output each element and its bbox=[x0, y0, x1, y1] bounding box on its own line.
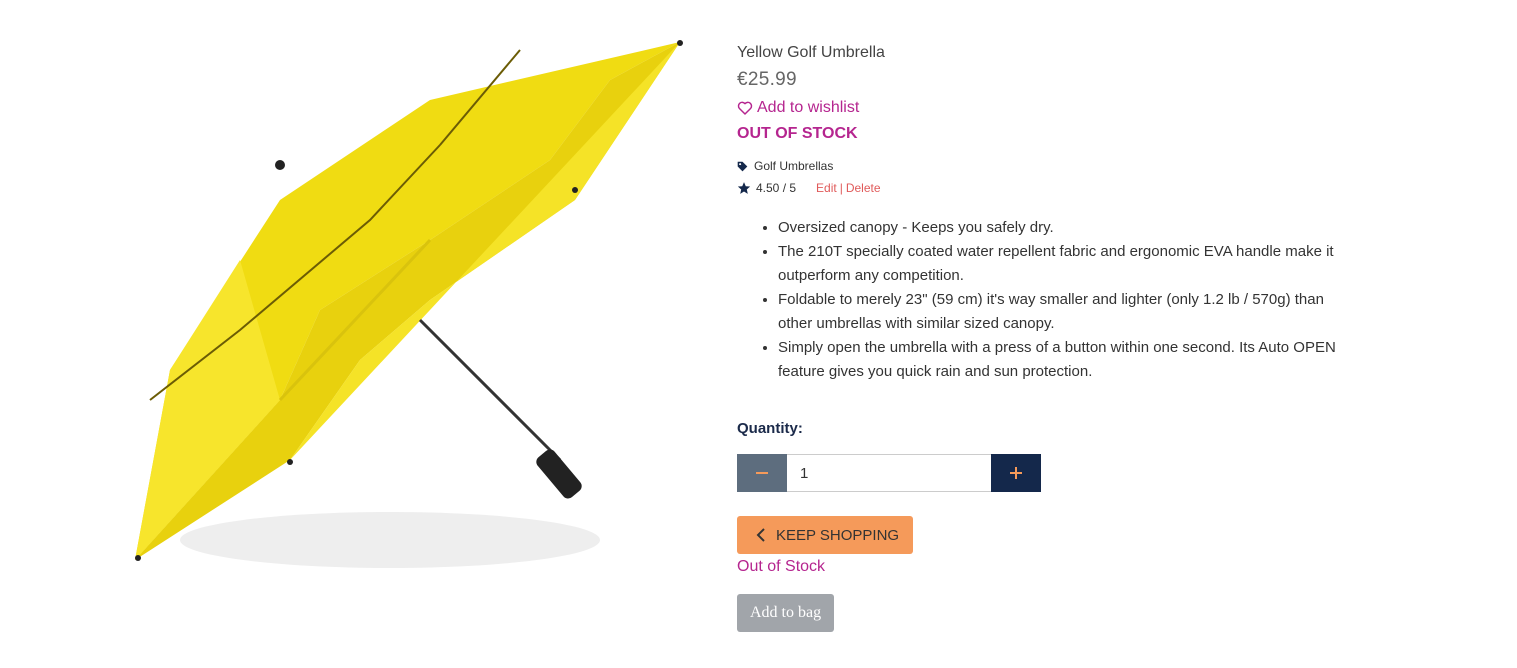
quantity-input[interactable] bbox=[787, 454, 991, 492]
keep-shopping-label: KEEP SHOPPING bbox=[776, 526, 900, 544]
star-icon bbox=[737, 182, 751, 194]
rating-row: 4.50 / 5 Edit | Delete bbox=[737, 181, 1377, 195]
keep-shopping-button[interactable]: KEEP SHOPPING bbox=[737, 516, 914, 554]
chevron-left-icon bbox=[756, 528, 765, 542]
heart-icon bbox=[737, 101, 753, 115]
feature-item: Simply open the umbrella with a press of… bbox=[778, 336, 1338, 384]
wishlist-label: Add to wishlist bbox=[757, 99, 860, 116]
feature-item: Foldable to merely 23" (59 cm) it's way … bbox=[778, 288, 1338, 336]
product-price: €25.99 bbox=[737, 69, 797, 90]
umbrella-image bbox=[135, 40, 683, 568]
plus-icon bbox=[1010, 467, 1022, 479]
add-to-wishlist-link[interactable]: Add to wishlist bbox=[737, 99, 1377, 117]
feature-item: The 210T specially coated water repellen… bbox=[778, 240, 1338, 288]
link-separator: | bbox=[839, 181, 843, 195]
stock-status-badge: OUT OF STOCK bbox=[737, 125, 858, 142]
feature-item: Oversized canopy - Keeps you safely dry. bbox=[778, 216, 1338, 240]
decrement-button[interactable] bbox=[737, 454, 787, 492]
tag-icon bbox=[737, 161, 748, 171]
quantity-label: Quantity: bbox=[737, 420, 803, 437]
product-title: Yellow Golf Umbrella bbox=[737, 44, 885, 61]
product-details: Yellow Golf Umbrella €25.99 Add to wishl… bbox=[737, 40, 1377, 632]
rating-value: 4.50 / 5 bbox=[756, 181, 797, 195]
add-to-bag-button[interactable]: Add to bag bbox=[737, 594, 835, 632]
delete-link[interactable]: Delete bbox=[846, 181, 881, 195]
increment-button[interactable] bbox=[991, 454, 1041, 492]
quantity-stepper bbox=[737, 454, 1377, 492]
out-of-stock-text: Out of Stock bbox=[737, 558, 826, 575]
minus-icon bbox=[756, 472, 768, 474]
product-image bbox=[130, 40, 690, 570]
product-category[interactable]: Golf Umbrellas bbox=[737, 159, 1377, 173]
category-label: Golf Umbrellas bbox=[754, 159, 834, 173]
feature-list: Oversized canopy - Keeps you safely dry.… bbox=[737, 216, 1338, 384]
edit-link[interactable]: Edit bbox=[816, 181, 837, 195]
